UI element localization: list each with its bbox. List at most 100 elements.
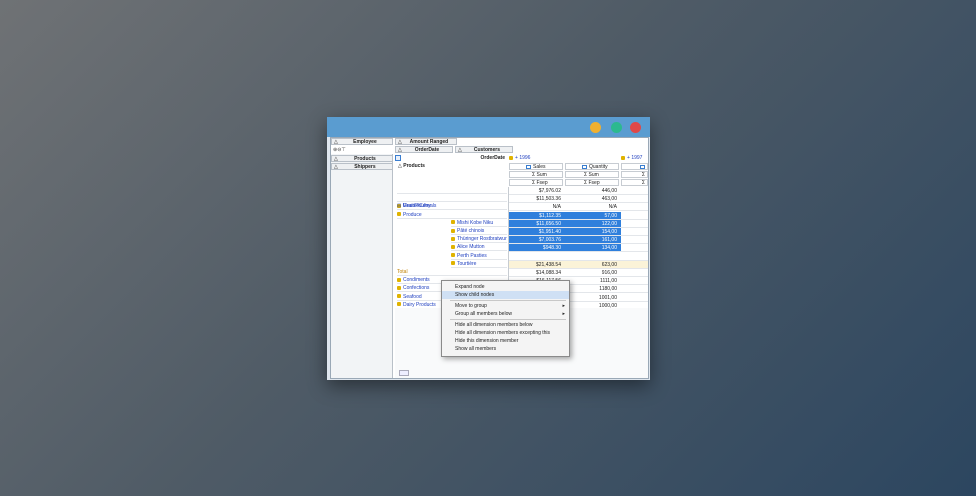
menu-item[interactable]: Hide all dimension members below bbox=[442, 321, 569, 329]
menu-item[interactable]: Hide all dimension members excepting thi… bbox=[442, 329, 569, 337]
row-field-products[interactable]: △ Products bbox=[331, 155, 393, 162]
menu-item[interactable]: Move to group ▸ bbox=[442, 302, 569, 310]
cell-quantity[interactable]: 154,00 bbox=[565, 228, 621, 236]
row-field-shippers[interactable]: △ Shippers bbox=[331, 163, 393, 170]
row-label-text: Seafood bbox=[403, 293, 422, 300]
fn-sales[interactable]: Σ Fsep bbox=[509, 179, 563, 186]
menu-item[interactable]: Show child nodes bbox=[442, 291, 569, 299]
cell-1997[interactable] bbox=[621, 269, 648, 277]
cell-1997[interactable] bbox=[621, 203, 648, 212]
measure-quantity-header[interactable]: Quantity bbox=[565, 163, 619, 170]
close-button[interactable] bbox=[630, 122, 641, 133]
maximize-button[interactable] bbox=[611, 122, 622, 133]
cell-quantity[interactable]: 916,00 bbox=[565, 269, 621, 277]
agg-sales[interactable]: Σ Sum bbox=[509, 171, 563, 178]
cell-quantity[interactable]: 57,00 bbox=[565, 211, 621, 220]
cell-quantity[interactable]: 463,00 bbox=[565, 195, 621, 204]
menu-item[interactable]: Expand node bbox=[442, 283, 569, 291]
cell-1997[interactable] bbox=[621, 294, 648, 302]
cell-1997[interactable] bbox=[621, 244, 648, 253]
row-label[interactable]: Produce bbox=[397, 212, 507, 219]
cell-1997[interactable] bbox=[621, 187, 648, 195]
cell-quantity[interactable]: 134,00 bbox=[565, 244, 621, 253]
row-label[interactable] bbox=[397, 187, 507, 194]
navigate-icon[interactable] bbox=[399, 370, 409, 376]
row-label-text: Perth Pasties bbox=[457, 252, 487, 259]
row-dimension-products[interactable]: △ Products bbox=[395, 163, 507, 170]
cell-1997[interactable] bbox=[621, 236, 648, 245]
cell-sales[interactable]: $11,656.50 bbox=[509, 219, 565, 228]
row-label-text: Tourtière bbox=[457, 260, 477, 267]
menu-item[interactable]: Group all members below ▸ bbox=[442, 310, 569, 318]
cell-sales[interactable]: $11,503.36 bbox=[509, 195, 565, 204]
cell-quantity[interactable]: 122,00 bbox=[565, 219, 621, 228]
cell-quantity[interactable]: 623,00 bbox=[565, 260, 621, 269]
cell-1997[interactable] bbox=[621, 277, 648, 286]
row-label[interactable]: Alice Mutton bbox=[451, 244, 507, 252]
member-icon bbox=[451, 261, 455, 266]
measure-sales-header[interactable]: Sales bbox=[509, 163, 563, 170]
cell-sales[interactable]: $21,438.54 bbox=[509, 260, 565, 269]
minimize-button[interactable] bbox=[590, 122, 601, 133]
menu-item-label: Show all members bbox=[455, 346, 497, 352]
row-label-text: Alice Mutton bbox=[457, 244, 485, 251]
fn-quantity[interactable]: Σ Fsep bbox=[565, 179, 619, 186]
agg-quantity[interactable]: Σ Sum bbox=[565, 171, 619, 178]
row-label[interactable]: Mishi Kobe Niku bbox=[451, 220, 507, 227]
cell-1997[interactable] bbox=[621, 285, 648, 294]
grid-corner-icon[interactable] bbox=[395, 155, 401, 161]
year-1997-header[interactable]: + 1997 bbox=[621, 155, 648, 162]
row-label[interactable]: Pâté chinois bbox=[451, 228, 507, 235]
cell-1997[interactable] bbox=[621, 260, 648, 269]
cell-1997[interactable] bbox=[621, 212, 648, 220]
filter-employee[interactable]: △ Employee bbox=[331, 138, 393, 145]
cell-1997[interactable] bbox=[621, 195, 648, 204]
cell-sales[interactable]: N/A bbox=[509, 203, 565, 212]
filter-amount-ranged[interactable]: △ Amount Ranged bbox=[395, 138, 457, 145]
cell-quantity[interactable]: 1001,00 bbox=[565, 294, 621, 302]
measure-1997-header[interactable] bbox=[621, 163, 648, 170]
menu-item[interactable]: Hide this dimension member bbox=[442, 337, 569, 345]
cell-sales[interactable]: $7,976.02 bbox=[509, 187, 565, 195]
cell-1997[interactable] bbox=[621, 228, 648, 236]
member-icon bbox=[397, 286, 401, 291]
row-label-text: Confections bbox=[403, 285, 430, 292]
menu-item-label: Group all members below bbox=[455, 311, 512, 317]
menu-separator bbox=[450, 319, 566, 320]
cell-quantity[interactable] bbox=[565, 253, 621, 261]
title-bar[interactable] bbox=[327, 117, 650, 137]
row-label[interactable]: Tourtière bbox=[451, 261, 507, 268]
year-1996-header[interactable]: + 1996 bbox=[509, 155, 549, 162]
cell-1997[interactable] bbox=[621, 253, 648, 261]
cell-sales[interactable]: $948.30 bbox=[509, 244, 565, 253]
menu-item-label: Hide this dimension member bbox=[455, 338, 519, 344]
menu-separator bbox=[450, 300, 566, 301]
cell-sales[interactable]: $1,112.35 bbox=[509, 211, 565, 220]
column-field-orderdate[interactable]: △ OrderDate bbox=[395, 146, 453, 153]
agg-1997[interactable]: Σ bbox=[621, 171, 648, 178]
context-menu: Expand node Show child nodes Move to group… bbox=[441, 280, 570, 357]
cell-quantity[interactable]: N/A bbox=[565, 203, 621, 212]
row-label[interactable]: Perth Pasties bbox=[451, 253, 507, 260]
column-field-customers[interactable]: △ Customers bbox=[455, 146, 513, 153]
cell-quantity[interactable]: 446,00 bbox=[565, 187, 621, 195]
row-label[interactable]: Total bbox=[397, 269, 507, 276]
menu-item[interactable]: Show all members bbox=[442, 345, 569, 353]
row-label[interactable] bbox=[397, 195, 507, 203]
row-meat-poultry[interactable]: ⊟ Meat/Poultry bbox=[397, 203, 447, 209]
row-label[interactable]: Thüringer Rostbratwurst bbox=[451, 236, 507, 244]
member-icon bbox=[397, 294, 401, 299]
member-icon bbox=[451, 228, 455, 233]
fn-1997[interactable]: Σ bbox=[621, 179, 648, 186]
cell-quantity[interactable]: 161,00 bbox=[565, 236, 621, 245]
cell-1997[interactable] bbox=[621, 220, 648, 228]
cell-quantity[interactable]: 1180,00 bbox=[565, 285, 621, 294]
filter-icon[interactable]: ⊤ bbox=[341, 147, 345, 153]
menu-item-label: Move to group bbox=[455, 303, 487, 309]
cell-quantity[interactable]: 1111,00 bbox=[565, 277, 621, 286]
cell-sales[interactable]: $1,951.40 bbox=[509, 228, 565, 236]
cell-sales[interactable]: $7,003.76 bbox=[509, 236, 565, 245]
cell-sales[interactable]: $14,088.34 bbox=[509, 269, 565, 277]
menu-item-label: Show child nodes bbox=[455, 292, 495, 298]
cell-sales[interactable] bbox=[509, 253, 565, 261]
